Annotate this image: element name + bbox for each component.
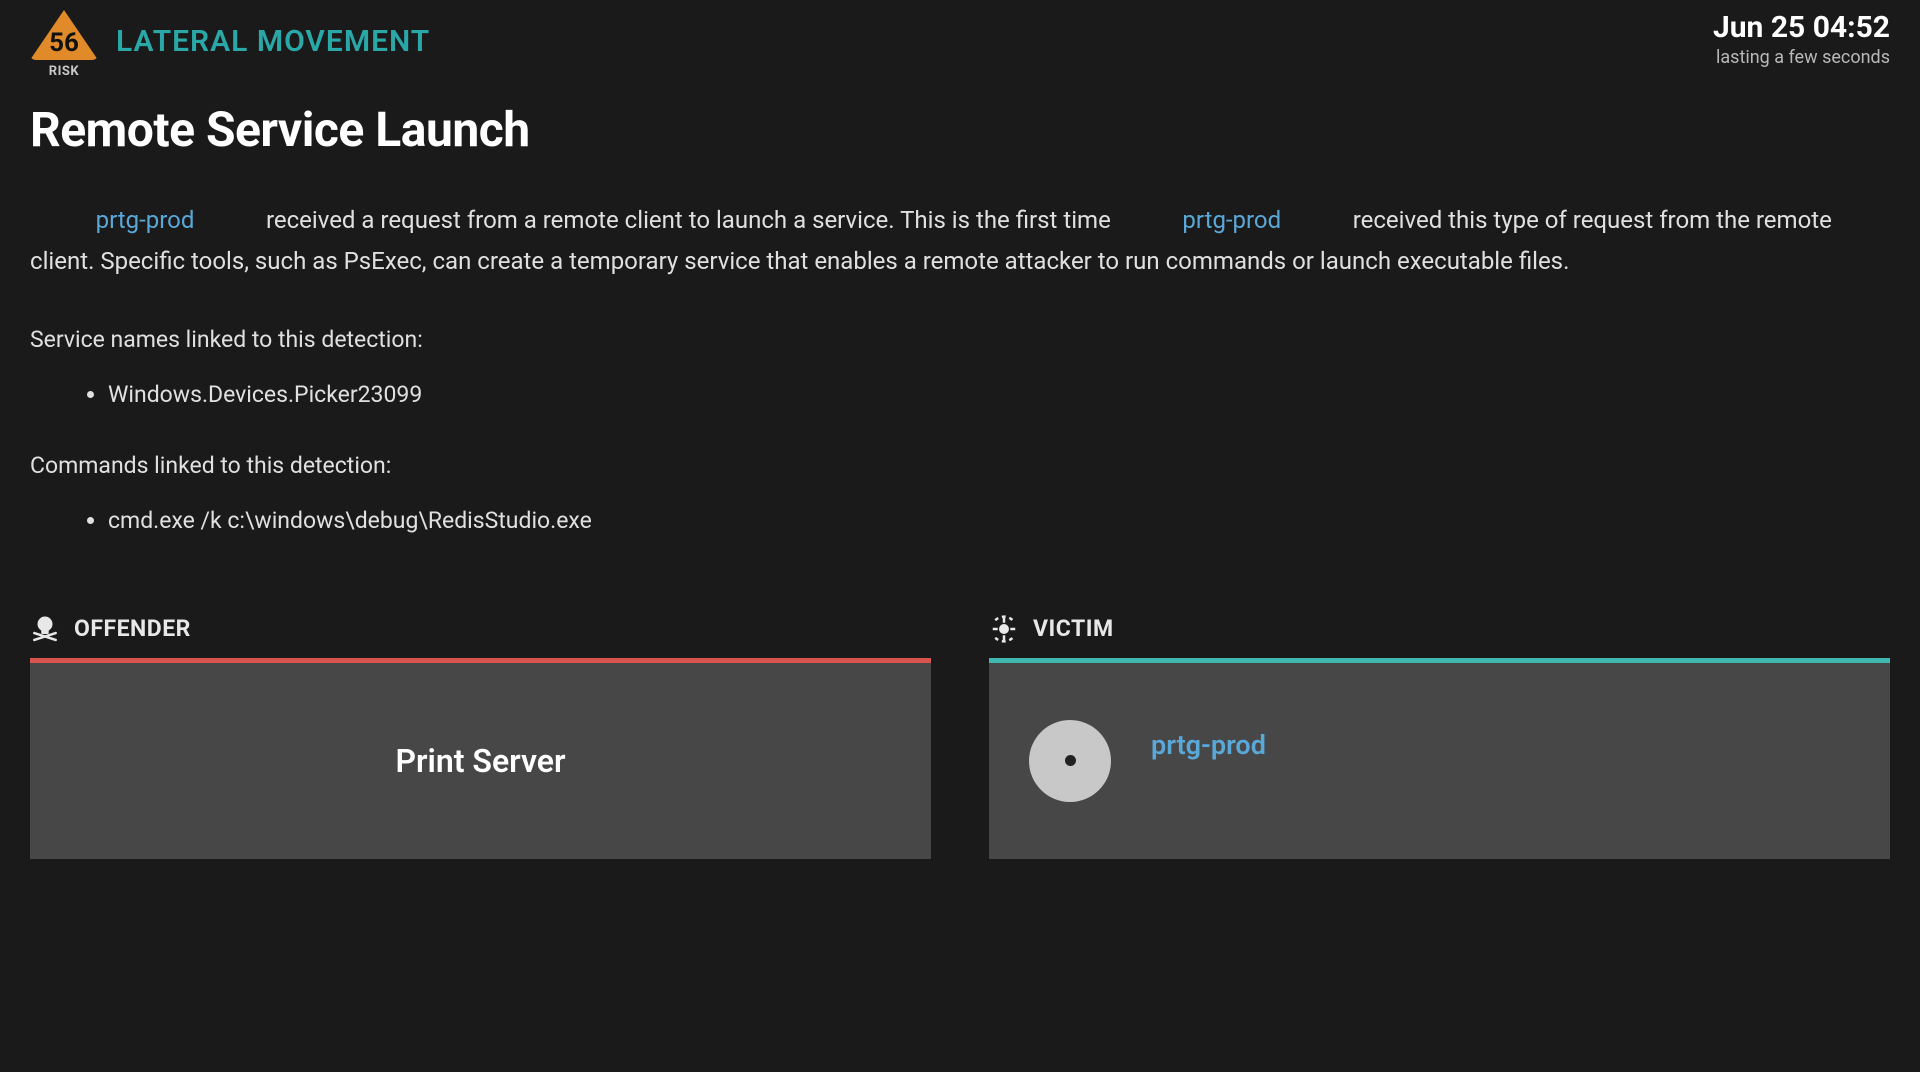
duration: lasting a few seconds: [1713, 47, 1890, 68]
host-link-1[interactable]: prtg-prod: [30, 200, 260, 241]
commands-label: Commands linked to this detection:: [30, 452, 1890, 479]
list-item: Windows.Devices.Picker23099: [108, 381, 1890, 408]
entity-panels: OFFENDER Print Server VICTIM prtg-prod: [30, 614, 1890, 859]
detection-category: LATERAL MOVEMENT: [116, 24, 430, 59]
victim-heading-text: VICTIM: [1033, 615, 1114, 642]
timestamp-block: Jun 25 04:52 lasting a few seconds: [1713, 10, 1890, 68]
page-title: Remote Service Launch: [30, 101, 1890, 158]
list-item: cmd.exe /k c:\windows\debug\RedisStudio.…: [108, 507, 1890, 534]
commands-list: cmd.exe /k c:\windows\debug\RedisStudio.…: [30, 507, 1890, 534]
node-dot-icon: [1065, 755, 1076, 766]
services-list: Windows.Devices.Picker23099: [30, 381, 1890, 408]
header-left: 56 RISK LATERAL MOVEMENT: [30, 10, 430, 79]
offender-body[interactable]: Print Server: [30, 663, 931, 859]
timestamp: Jun 25 04:52: [1713, 10, 1890, 45]
risk-label: RISK: [49, 64, 79, 79]
services-label: Service names linked to this detection:: [30, 326, 1890, 353]
offender-header: OFFENDER: [30, 614, 931, 644]
victim-name[interactable]: prtg-prod: [1151, 729, 1266, 761]
target-icon: [989, 614, 1019, 644]
victim-panel: VICTIM prtg-prod: [989, 614, 1890, 859]
host-link-2[interactable]: prtg-prod: [1117, 200, 1347, 241]
victim-body[interactable]: prtg-prod: [989, 663, 1890, 859]
risk-badge: 56 RISK: [30, 10, 98, 79]
header-row: 56 RISK LATERAL MOVEMENT Jun 25 04:52 la…: [30, 10, 1890, 79]
offender-name: Print Server: [395, 742, 565, 780]
detection-description: prtg-prod received a request from a remo…: [30, 200, 1890, 282]
node-icon: [1029, 720, 1111, 802]
risk-triangle-icon: 56: [30, 10, 98, 60]
offender-panel: OFFENDER Print Server: [30, 614, 931, 859]
desc-part1: received a request from a remote client …: [260, 206, 1117, 234]
offender-heading-text: OFFENDER: [74, 615, 191, 642]
victim-header: VICTIM: [989, 614, 1890, 644]
skull-icon: [30, 614, 60, 644]
risk-score: 56: [46, 28, 82, 58]
